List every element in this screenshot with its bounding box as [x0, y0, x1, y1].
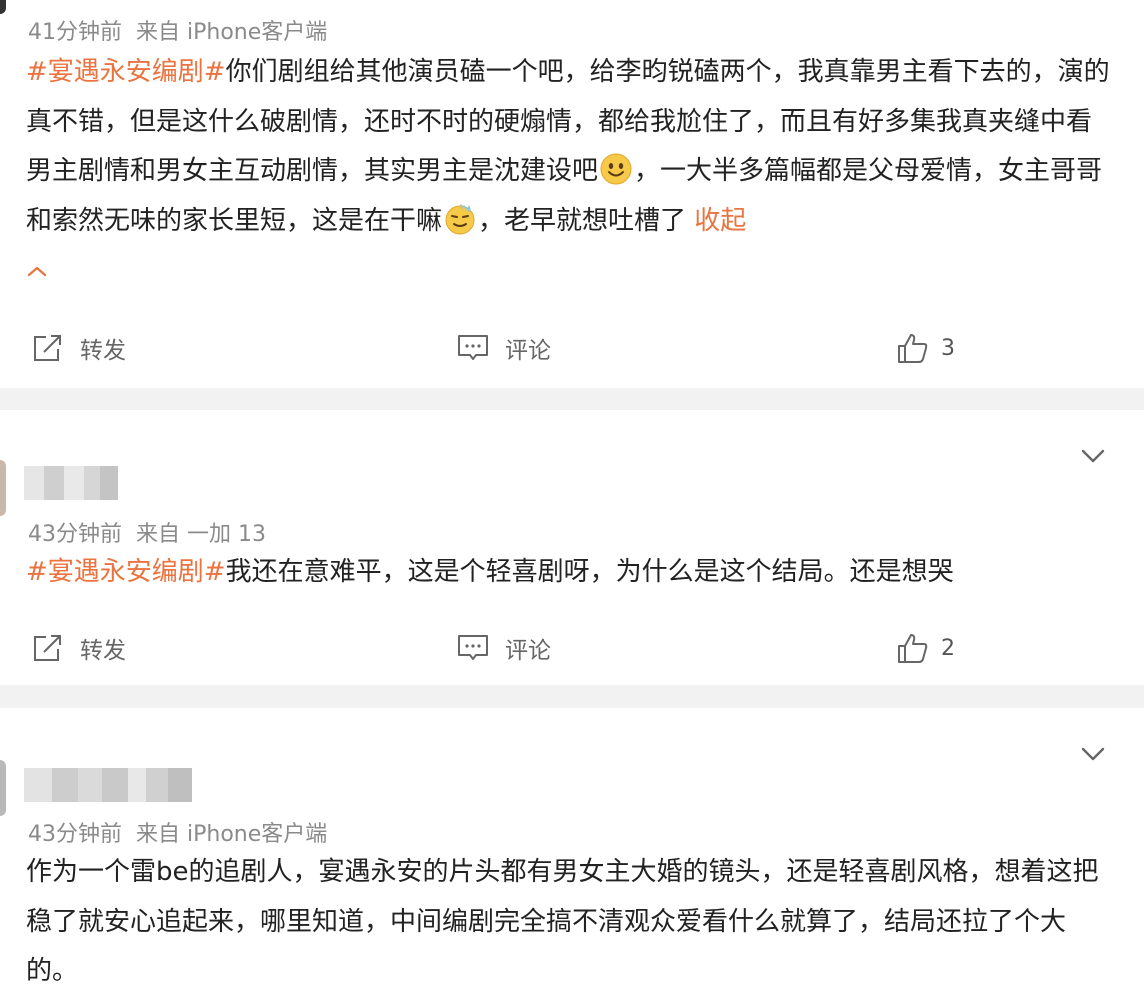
topic-link[interactable]: #宴遇永安编剧#	[26, 57, 226, 87]
avatar[interactable]	[0, 460, 6, 516]
chevron-down-icon[interactable]	[1080, 447, 1106, 465]
post-source: 来自 iPhone客户端	[136, 20, 328, 45]
comment-icon	[458, 635, 488, 660]
post-text: 作为一个雷be的追剧人，宴遇永安的片头都有男女主大婚的镜头，还是轻喜剧风格，想着…	[26, 848, 1116, 997]
username-blurred[interactable]	[24, 768, 192, 802]
repost-label: 转发	[80, 638, 126, 664]
comment-label: 评论	[505, 638, 551, 664]
post-card: 41分钟前 来自 iPhone客户端 #宴遇永安编剧#你们剧组给其他演员磕一个吧，…	[0, 0, 1144, 388]
comment-button[interactable]: 评论	[457, 628, 551, 668]
smile-emoji-icon	[600, 153, 632, 185]
post-text-part: 我还在意难平，这是个轻喜剧呀，为什么是这个结局。还是想哭	[225, 557, 954, 587]
like-button[interactable]: 2	[897, 628, 955, 668]
post-card: 43分钟前 来自 iPhone客户端 作为一个雷be的追剧人，宴遇永安的片头都有男…	[0, 708, 1144, 1006]
repost-button[interactable]: 转发	[32, 628, 126, 668]
post-meta: 43分钟前 来自 一加 13	[28, 516, 266, 548]
avatar[interactable]	[0, 0, 6, 14]
sweat-emoji-icon	[445, 203, 475, 234]
like-count: 3	[941, 335, 955, 361]
post-text-part: ，老早就想吐槽了	[478, 205, 695, 236]
repost-button[interactable]: 转发	[32, 328, 126, 368]
post-meta: 43分钟前 来自 iPhone客户端	[28, 816, 327, 848]
share-icon	[34, 635, 61, 661]
chevron-down-icon[interactable]	[1080, 745, 1106, 763]
post-card: 43分钟前 来自 一加 13 #宴遇永安编剧#我还在意难平，这是个轻喜剧呀，为什么…	[0, 410, 1144, 685]
post-source: 来自 一加 13	[136, 522, 266, 547]
action-bar: 转发 评论 3	[0, 328, 1144, 368]
share-icon	[34, 335, 61, 361]
post-text: #宴遇永安编剧#你们剧组给其他演员磕一个吧，给李昀锐磕两个，我真靠男主看下去的，…	[26, 48, 1116, 296]
topic-link[interactable]: #宴遇永安编剧#	[26, 557, 226, 587]
thumbs-up-icon	[898, 334, 928, 363]
comment-icon	[458, 335, 488, 360]
comment-button[interactable]: 评论	[457, 328, 551, 368]
post-text: #宴遇永安编剧#我还在意难平，这是个轻喜剧呀，为什么是这个结局。还是想哭	[26, 548, 1116, 598]
post-source: 来自 iPhone客户端	[136, 822, 328, 847]
repost-label: 转发	[80, 338, 126, 364]
chevron-up-icon[interactable]	[26, 264, 48, 278]
post-time: 41分钟前	[28, 20, 122, 45]
post-meta: 41分钟前 来自 iPhone客户端	[28, 14, 327, 46]
action-bar: 转发 评论 2	[0, 628, 1144, 668]
comment-label: 评论	[505, 338, 551, 364]
like-count: 2	[941, 635, 955, 661]
post-time: 43分钟前	[28, 822, 122, 847]
collapse-link[interactable]: 收起	[694, 206, 746, 236]
like-button[interactable]: 3	[897, 328, 955, 368]
post-time: 43分钟前	[28, 522, 122, 547]
avatar[interactable]	[0, 760, 6, 816]
post-text-part: 作为一个雷be的追剧人，宴遇永安的片头都有男女主大婚的镜头，还是轻喜剧风格，想着…	[26, 857, 1099, 986]
username-blurred[interactable]	[24, 466, 118, 500]
thumbs-up-icon	[898, 634, 928, 663]
